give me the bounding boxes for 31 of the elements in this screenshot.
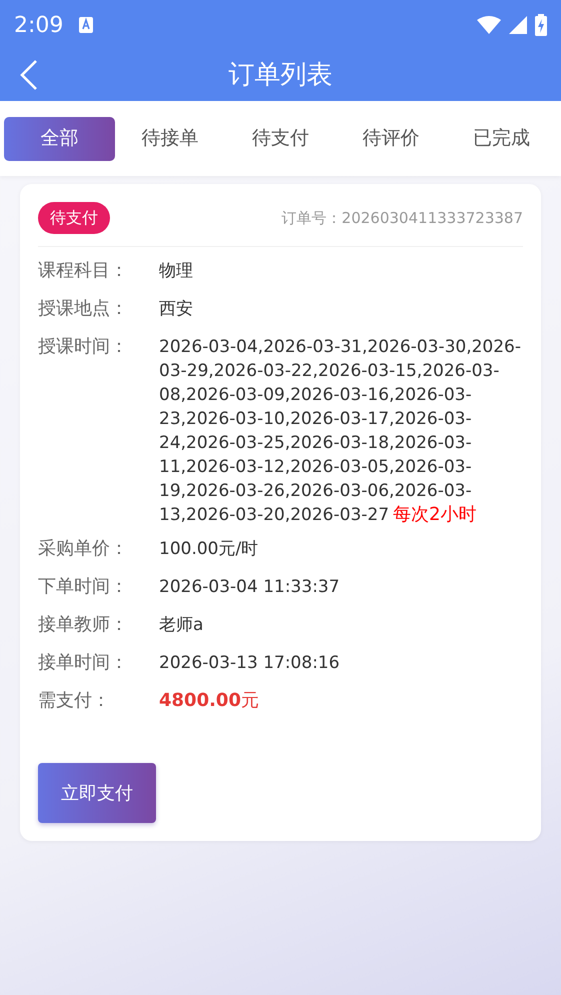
field-label: 接单时间： <box>38 651 129 675</box>
field-label: 接单教师： <box>38 613 129 637</box>
status-time: 2:09 <box>14 12 64 40</box>
field-value: 西安 <box>159 298 194 321</box>
field-label: 采购单价： <box>38 537 129 561</box>
page-title: 订单列表 <box>228 59 332 92</box>
wifi-icon <box>477 16 501 34</box>
field-value: 2026-03-04,2026-03-31,2026-03-30,2026-03-29,2026-03-22,2026-03-15,2026-03-08,2026-03-09,2026-03-16,2026-03-23,2026-03-10,2026-03-17,2026-03-24,2026-03-25,2026-03-18,2026-03-11,2026-03-12,2026-03-05,2026-03-19,2026-03-26,2026-03-06,2026-03-13,2026-03-20,2026-03-27 每次2小时 <box>159 336 522 527</box>
battery-icon <box>535 14 547 36</box>
filter-tab[interactable]: 全部 <box>4 116 115 160</box>
field-value: 2026-03-04 11:33:37 <box>159 576 341 599</box>
accessibility-icon <box>79 17 94 33</box>
filter-tab[interactable]: 待支付 <box>225 116 336 160</box>
pay-button[interactable]: 立即支付 <box>38 763 156 823</box>
field-value: 物理 <box>159 260 194 283</box>
filter-tab[interactable]: 已完成 <box>446 116 557 160</box>
amount-value: 4800.00元 <box>159 689 260 713</box>
filter-tab[interactable]: 待接单 <box>114 116 226 160</box>
field-value: 100.00元/时 <box>159 538 260 561</box>
order-number: 订单号：2026030411333723387 <box>282 208 523 229</box>
back-icon[interactable] <box>18 58 40 92</box>
filter-tab[interactable]: 待评价 <box>336 116 446 160</box>
field-label: 授课地点： <box>38 297 129 321</box>
signal-icon <box>509 16 527 34</box>
field-value: 老师a <box>159 614 204 637</box>
field-label: 需支付： <box>38 689 111 713</box>
field-label: 课程科目： <box>38 259 129 283</box>
field-value: 2026-03-13 17:08:16 <box>159 652 341 675</box>
field-label: 授课时间： <box>38 335 129 359</box>
status-tag: 待支付 <box>38 202 110 234</box>
field-label: 下单时间： <box>38 575 129 599</box>
